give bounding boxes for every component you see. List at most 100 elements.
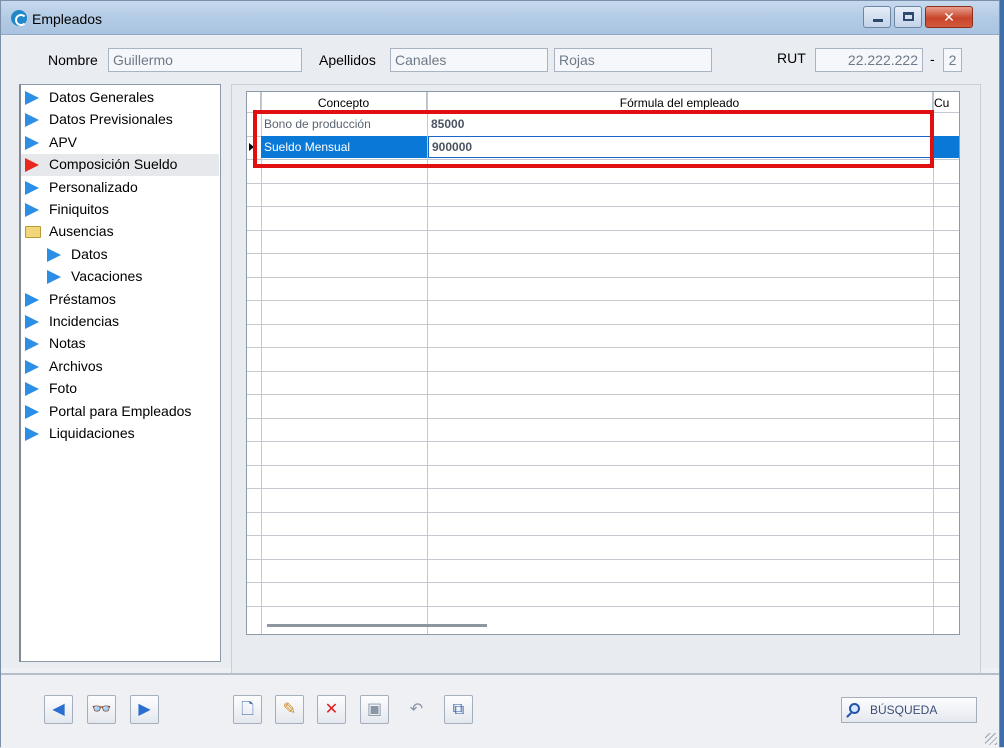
rut-field[interactable]: 22.222.222 (815, 48, 923, 72)
sidebar-item-label: Personalizado (49, 179, 138, 195)
sidebar-item-composicion-sueldo[interactable]: Composición Sueldo (21, 154, 219, 176)
maximize-button[interactable] (894, 6, 922, 28)
grid-panel: Concepto Fórmula del empleado Cu Bono de… (231, 84, 981, 674)
maximize-icon (903, 12, 914, 21)
sidebar-item-label: Datos Generales (49, 89, 155, 105)
salary-grid[interactable]: Concepto Fórmula del empleado Cu Bono de… (246, 91, 960, 635)
apellido-materno-field[interactable]: Rojas (554, 48, 712, 72)
next-record-button[interactable]: ▶ (130, 695, 159, 724)
blue-arrow-icon (47, 270, 61, 284)
apellidos-label: Apellidos (319, 52, 376, 68)
grid-row-line (247, 206, 959, 207)
delete-button[interactable]: ✕ (317, 695, 346, 724)
blue-arrow-icon (25, 136, 39, 150)
folder-icon (25, 226, 41, 238)
sidebar-nav: Datos Generales Datos Previsionales APV Com… (19, 84, 221, 662)
app-icon (11, 10, 27, 26)
blue-arrow-icon (47, 248, 61, 262)
blue-arrow-icon (25, 91, 39, 105)
sidebar-item-datos-generales[interactable]: Datos Generales (21, 87, 219, 109)
blue-arrow-icon (25, 293, 39, 307)
blue-arrow-icon (25, 113, 39, 127)
sidebar-item-label: Archivos (49, 358, 103, 374)
column-header-concepto[interactable]: Concepto (261, 92, 427, 112)
sidebar-item-label: Portal para Empleados (49, 403, 192, 419)
horizontal-scrollbar[interactable] (267, 624, 487, 627)
grid-row-line (247, 535, 959, 536)
grid-column-line (427, 92, 428, 634)
sidebar-item-finiquitos[interactable]: Finiquitos (21, 199, 219, 221)
blue-arrow-icon (25, 382, 39, 396)
sidebar-item-datos[interactable]: Datos (21, 244, 219, 266)
magnifier-icon (849, 703, 860, 714)
blue-arrow-icon (25, 315, 39, 329)
copy-button[interactable]: ⧉ (444, 695, 473, 724)
sidebar-item-label: APV (49, 134, 78, 150)
sidebar-item-label: Datos (71, 246, 108, 262)
minimize-icon (873, 19, 883, 22)
sidebar-item-label: Liquidaciones (49, 425, 135, 441)
nombre-field[interactable]: Guillermo (108, 48, 302, 72)
column-header-cuenta[interactable]: Cu (933, 92, 959, 112)
grid-row-line (247, 488, 959, 489)
grid-row-line (247, 418, 959, 419)
resize-grip-icon[interactable] (985, 733, 997, 745)
sidebar-item-portal-para-empleados[interactable]: Portal para Empleados (21, 401, 219, 423)
rut-dv-field[interactable]: 2 (943, 48, 962, 72)
close-icon: ✕ (943, 9, 955, 25)
apellido-paterno-field[interactable]: Canales (390, 48, 548, 72)
grid-row-line (247, 324, 959, 325)
column-header-formula[interactable]: Fórmula del empleado (427, 92, 933, 112)
grid-row-line (247, 441, 959, 442)
sidebar-item-datos-previsionales[interactable]: Datos Previsionales (21, 109, 219, 131)
close-button[interactable]: ✕ (925, 6, 973, 28)
save-icon: ▣ (366, 701, 383, 718)
sidebar-item-label: Vacaciones (71, 268, 143, 284)
save-button[interactable]: ▣ (360, 695, 389, 724)
copy-icon: ⧉ (452, 701, 465, 718)
undo-icon: ↶ (409, 701, 424, 718)
blue-arrow-icon (25, 427, 39, 441)
new-button[interactable]: 🗋 (233, 695, 262, 724)
binoculars-icon: 👓 (91, 701, 112, 718)
grid-row-line (247, 371, 959, 372)
background-window-edge (1000, 0, 1004, 747)
grid-row-line (247, 394, 959, 395)
sidebar-item-apv[interactable]: APV (21, 132, 219, 154)
sidebar-item-personalizado[interactable]: Personalizado (21, 177, 219, 199)
bottom-toolbar: ◀ 👓 ▶ 🗋 ✎ ✕ ▣ ↶ ⧉ BÚSQUEDA (1, 675, 999, 748)
title-bar[interactable]: Empleados ✕ (1, 1, 999, 35)
highlight-box (253, 110, 934, 168)
blue-arrow-icon (25, 203, 39, 217)
sidebar-item-incidencias[interactable]: Incidencias (21, 311, 219, 333)
employees-window: Empleados ✕ Nombre Guillermo Apellidos C… (0, 0, 1000, 748)
sidebar-item-label: Composición Sueldo (49, 156, 178, 172)
blue-arrow-icon (25, 360, 39, 374)
find-button[interactable]: 👓 (87, 695, 116, 724)
cell-cuenta[interactable] (934, 136, 959, 158)
sidebar-item-archivos[interactable]: Archivos (21, 356, 219, 378)
pencil-icon: ✎ (282, 701, 297, 718)
sidebar-item-notas[interactable]: Notas (21, 333, 219, 355)
grid-column-line (933, 92, 934, 634)
undo-button[interactable]: ↶ (402, 695, 431, 724)
search-button[interactable]: BÚSQUEDA (841, 697, 977, 723)
grid-row-line (247, 606, 959, 607)
red-arrow-icon (25, 158, 39, 172)
new-document-icon: 🗋 (241, 701, 254, 718)
sidebar-item-prestamos[interactable]: Préstamos (21, 289, 219, 311)
sidebar-item-liquidaciones[interactable]: Liquidaciones (21, 423, 219, 445)
sidebar-item-vacaciones[interactable]: Vacaciones (21, 266, 219, 288)
minimize-button[interactable] (863, 6, 891, 28)
sidebar-item-ausencias[interactable]: Ausencias (21, 221, 219, 243)
grid-row-line (247, 512, 959, 513)
sidebar-item-label: Foto (49, 380, 78, 396)
edit-button[interactable]: ✎ (275, 695, 304, 724)
row-header-column (247, 92, 261, 112)
grid-row-line (247, 347, 959, 348)
window-title: Empleados (32, 11, 103, 27)
previous-record-button[interactable]: ◀ (44, 695, 73, 724)
grid-row-line (247, 183, 959, 184)
grid-row-line (247, 582, 959, 583)
sidebar-item-foto[interactable]: Foto (21, 378, 219, 400)
